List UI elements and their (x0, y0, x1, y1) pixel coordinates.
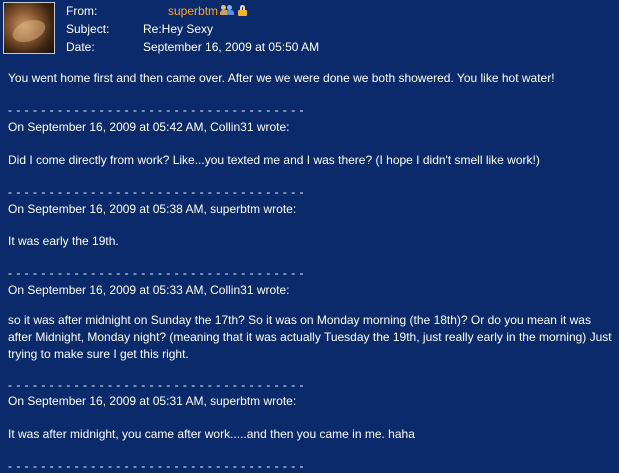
date-label: Date: (66, 40, 95, 54)
quote-attribution: On September 16, 2009 at 05:31 AM, super… (8, 394, 297, 408)
sender-icons (220, 4, 248, 16)
quote-separator: - - - - - - - - - - - - - - - - - - - - … (8, 459, 305, 473)
quoted-text: It was early the 19th. (8, 234, 119, 248)
quoted-text: It was after midnight, you came after wo… (8, 427, 415, 441)
quote-separator: - - - - - - - - - - - - - - - - - - - - … (8, 266, 305, 280)
subject-label: Subject: (66, 22, 110, 36)
quote-separator: - - - - - - - - - - - - - - - - - - - - … (8, 103, 305, 117)
quote-attribution: On September 16, 2009 at 05:33 AM, Colli… (8, 283, 290, 297)
sender-avatar[interactable] (3, 2, 55, 54)
sender-name-link[interactable]: superbtm (168, 3, 218, 19)
subject-value: Re:Hey Sexy (143, 22, 214, 36)
quote-attribution: On September 16, 2009 at 05:42 AM, Colli… (8, 120, 290, 134)
from-label: From: (66, 4, 98, 18)
quote-attribution: On September 16, 2009 at 05:38 AM, super… (8, 202, 297, 216)
quoted-text: Did I come directly from work? Like...yo… (8, 153, 540, 167)
quote-separator: - - - - - - - - - - - - - - - - - - - - … (8, 378, 305, 392)
quoted-text: so it was after midnight on Sunday the 1… (8, 313, 612, 361)
message-text: You went home first and then came over. … (8, 71, 555, 85)
unlock-icon[interactable] (237, 4, 248, 16)
date-value: September 16, 2009 at 05:50 AM (143, 40, 320, 54)
friends-icon[interactable] (220, 5, 234, 15)
quote-separator: - - - - - - - - - - - - - - - - - - - - … (8, 185, 305, 199)
